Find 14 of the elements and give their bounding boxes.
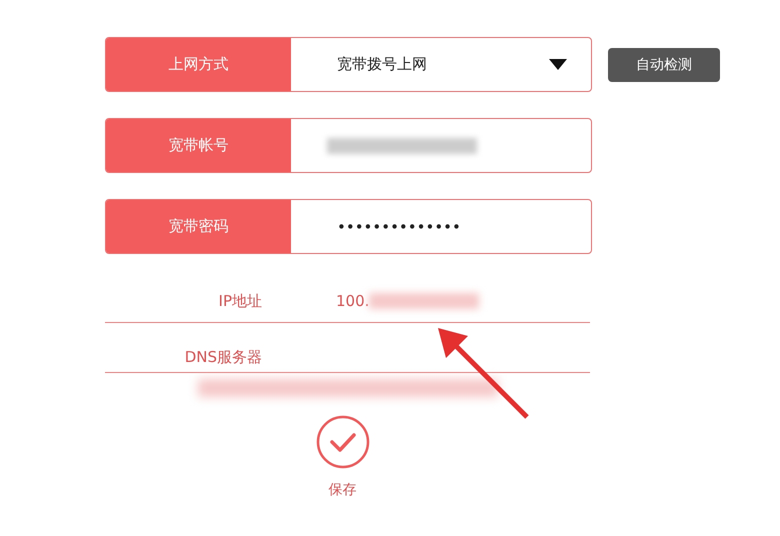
dropdown-caret-icon[interactable] [549, 59, 567, 70]
save-button[interactable]: 保存 [316, 415, 370, 499]
field-label: 宽带帐号 [106, 119, 291, 172]
auto-detect-button[interactable]: 自动检测 [608, 48, 720, 82]
info-label: DNS服务器 [184, 348, 262, 368]
check-icon [316, 415, 370, 469]
field-label: 宽带密码 [106, 200, 291, 253]
password-dots: •••••••••••••• [337, 218, 462, 236]
field-value: 宽带拨号上网 [337, 55, 428, 74]
password-field[interactable]: 宽带密码 •••••••••••••• [105, 199, 592, 254]
dropdown-field[interactable]: 上网方式 宽带拨号上网 [105, 37, 592, 92]
info-label: IP地址 [218, 292, 262, 311]
field-label: 上网方式 [106, 38, 291, 91]
info-value: 100. [336, 292, 370, 310]
